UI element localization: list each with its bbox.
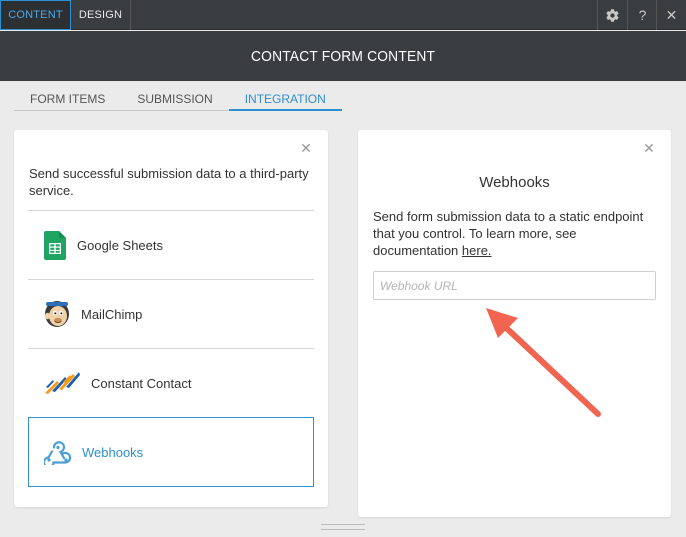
service-mailchimp[interactable]: MailChimp: [28, 279, 314, 348]
help-icon: ?: [638, 7, 647, 23]
service-webhooks[interactable]: Webhooks: [28, 417, 314, 487]
webhooks-description: Send form submission data to a static en…: [373, 208, 663, 259]
top-bar: CONTENT DESIGN ? ✕: [0, 0, 686, 30]
close-icon: ✕: [665, 6, 678, 23]
panel-header: CONTACT FORM CONTENT: [0, 31, 686, 81]
service-label: Webhooks: [82, 444, 144, 460]
webhooks-title: Webhooks: [479, 174, 550, 191]
sub-tab-bar: FORM ITEMS SUBMISSION INTEGRATION: [14, 88, 342, 111]
documentation-link[interactable]: here.: [462, 243, 492, 258]
service-label: MailChimp: [81, 306, 143, 322]
tab-content[interactable]: CONTENT: [0, 0, 71, 30]
service-constant-contact[interactable]: Constant Contact: [28, 348, 314, 417]
service-label: Constant Contact: [91, 375, 192, 391]
description-text: Send form submission data to a static en…: [373, 209, 644, 258]
close-icon[interactable]: ✕: [300, 141, 312, 155]
close-button[interactable]: ✕: [656, 0, 686, 30]
constant-contact-icon: [43, 371, 81, 395]
tab-submission[interactable]: SUBMISSION: [121, 88, 228, 110]
integration-list-panel: ✕ Send successful submission data to a t…: [14, 130, 328, 507]
service-label: Google Sheets: [77, 237, 164, 253]
close-icon[interactable]: ✕: [643, 141, 655, 155]
annotation-arrow: [486, 308, 601, 417]
gear-icon: [606, 8, 619, 22]
help-button[interactable]: ?: [627, 0, 657, 30]
settings-button[interactable]: [597, 0, 627, 30]
integration-intro: Send successful submission data to a thi…: [29, 166, 309, 198]
google-sheets-icon: [44, 230, 66, 260]
mailchimp-icon: [43, 299, 71, 329]
resize-handle[interactable]: [321, 524, 365, 530]
tab-design[interactable]: DESIGN: [71, 0, 131, 30]
tab-form-items[interactable]: FORM ITEMS: [14, 88, 121, 110]
webhooks-icon: [44, 439, 72, 465]
page-title: CONTACT FORM CONTENT: [250, 47, 436, 65]
service-google-sheets[interactable]: Google Sheets: [28, 210, 314, 279]
tab-integration[interactable]: INTEGRATION: [228, 88, 342, 111]
webhook-url-input[interactable]: [373, 271, 656, 300]
